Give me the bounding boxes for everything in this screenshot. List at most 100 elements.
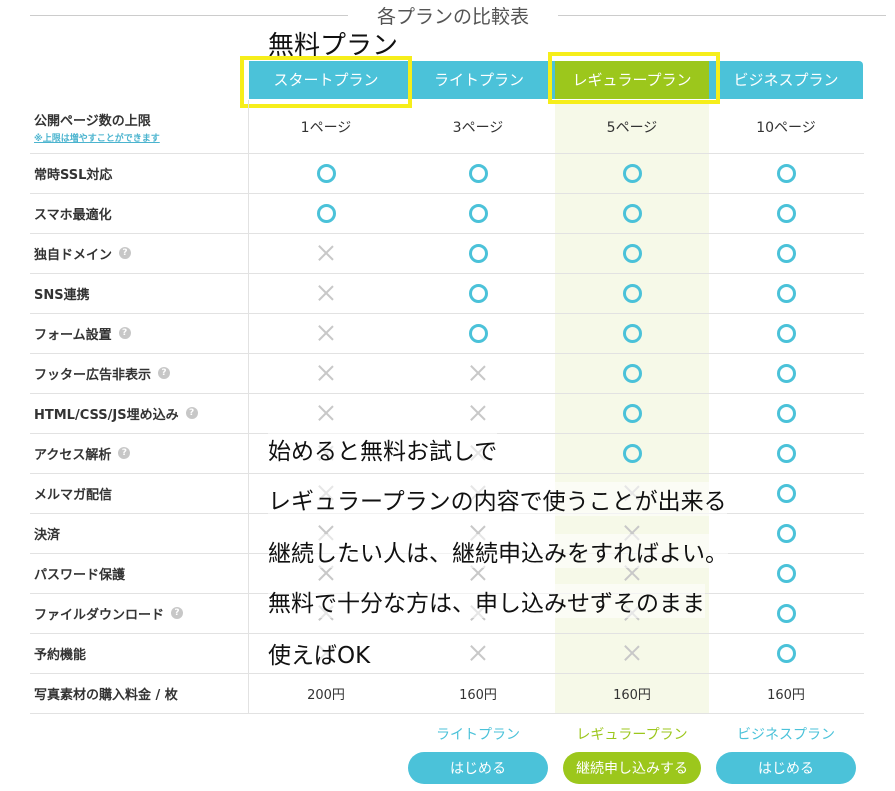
row-label: フォーム設置? — [34, 313, 131, 353]
cell-business — [709, 633, 863, 673]
continue-regular-button[interactable]: 継続申し込みする — [563, 752, 701, 784]
unavailable-cross-icon — [470, 405, 486, 421]
row-label-text: 予約機能 — [34, 647, 87, 663]
overlay-text-line-3: 継続したい人は、継続申込みをすればよい。 — [268, 534, 728, 568]
page-limit-value: 5ページ — [606, 119, 658, 136]
unavailable-cross-icon — [318, 285, 334, 301]
available-circle-icon — [622, 363, 642, 383]
available-circle-icon — [622, 283, 642, 303]
cell-regular: 5ページ — [555, 100, 709, 153]
available-circle-icon — [776, 563, 796, 583]
available-circle-icon — [776, 443, 796, 463]
table-row: HTML/CSS/JS埋め込み? — [30, 393, 864, 434]
cell-lite — [401, 193, 555, 233]
photo-price-value: 160円 — [459, 687, 497, 703]
cell-business — [709, 593, 863, 633]
cell-start: 1ページ — [249, 100, 403, 153]
overlay-text-line-5: 使えばOK — [268, 636, 371, 670]
row-label-text: メルマガ配信 — [34, 487, 113, 503]
cell-lite — [401, 153, 555, 193]
row-label: SNS連携 — [34, 273, 90, 313]
cell-business — [709, 473, 863, 513]
table-row: SNS連携 — [30, 273, 864, 314]
page-limit-note-link[interactable]: ※上限は増やすことができます — [34, 131, 160, 144]
table-row: フッター広告非表示? — [30, 353, 864, 394]
available-circle-icon — [776, 643, 796, 663]
available-circle-icon — [776, 403, 796, 423]
table-row: 予約機能 — [30, 633, 864, 674]
available-circle-icon — [776, 203, 796, 223]
unavailable-cross-icon — [318, 245, 334, 261]
overlay-text-line-4: 無料で十分な方は、申し込みせずそのまま — [268, 584, 705, 618]
row-label-text: スマホ最適化 — [34, 207, 112, 223]
row-label: 写真素材の購入料金 / 枚 — [34, 673, 178, 713]
available-circle-icon — [776, 523, 796, 543]
available-circle-icon — [622, 203, 642, 223]
cell-business — [709, 193, 863, 233]
highlight-box-regular — [548, 52, 720, 104]
help-icon[interactable]: ? — [158, 367, 171, 379]
row-label: HTML/CSS/JS埋め込み? — [34, 393, 198, 433]
available-circle-icon — [622, 443, 642, 463]
row-label-text: 独自ドメイン — [34, 247, 113, 263]
available-circle-icon — [776, 243, 796, 263]
row-label: アクセス解析? — [34, 433, 131, 473]
cell-regular — [555, 153, 709, 193]
available-circle-icon — [468, 203, 488, 223]
cell-lite — [401, 393, 555, 433]
table-row: 常時SSL対応 — [30, 153, 864, 194]
row-label-text: フッター広告非表示 — [34, 367, 152, 383]
row-label-text: HTML/CSS/JS埋め込み — [34, 407, 179, 423]
help-icon[interactable]: ? — [118, 327, 131, 339]
plan-header-business: ビジネスプラン — [709, 61, 863, 99]
row-label: 公開ページ数の上限 ※上限は増やすことができます — [34, 100, 160, 153]
available-circle-icon — [776, 163, 796, 183]
cell-start — [249, 153, 403, 193]
cell-lite — [401, 233, 555, 273]
cell-lite — [401, 313, 555, 353]
cell-business — [709, 153, 863, 193]
unavailable-cross-icon — [624, 645, 640, 661]
overlay-text-line-1: 始めると無料お試しで — [268, 432, 498, 466]
cell-start — [249, 233, 403, 273]
available-circle-icon — [468, 323, 488, 343]
cell-business — [709, 393, 863, 433]
cell-business: 160円 — [709, 673, 863, 713]
cell-start: 200円 — [249, 673, 403, 713]
help-icon[interactable]: ? — [118, 447, 131, 459]
help-icon[interactable]: ? — [171, 607, 184, 619]
cell-lite — [401, 273, 555, 313]
cell-business — [709, 273, 863, 313]
start-business-button[interactable]: はじめる — [716, 752, 856, 784]
row-label-text: 決済 — [34, 527, 61, 543]
row-label-text: パスワード保護 — [34, 567, 126, 583]
cell-business — [709, 353, 863, 393]
cell-business — [709, 513, 863, 553]
available-circle-icon — [622, 403, 642, 423]
row-label: メルマガ配信 — [34, 473, 112, 513]
row-label: フッター広告非表示? — [34, 353, 171, 393]
photo-price-value: 200円 — [307, 687, 345, 703]
row-label: ファイルダウンロード? — [34, 593, 184, 633]
start-lite-button[interactable]: はじめる — [408, 752, 548, 784]
cell-regular: 160円 — [555, 673, 709, 713]
help-icon[interactable]: ? — [119, 247, 132, 259]
available-circle-icon — [776, 283, 796, 303]
page-limit-value: 3ページ — [452, 119, 504, 136]
available-circle-icon — [622, 163, 642, 183]
row-label-text: SNS連携 — [34, 287, 90, 303]
row-label: 決済 — [34, 513, 60, 553]
table-row: フォーム設置? — [30, 313, 864, 354]
unavailable-cross-icon — [470, 365, 486, 381]
row-label-text: アクセス解析 — [34, 447, 112, 463]
section-title-row: 各プランの比較表 — [0, 0, 895, 32]
cell-lite: 3ページ — [401, 100, 555, 153]
available-circle-icon — [776, 363, 796, 383]
cell-start — [249, 353, 403, 393]
help-icon[interactable]: ? — [185, 407, 198, 419]
cell-regular — [555, 633, 709, 673]
cell-lite: 160円 — [401, 673, 555, 713]
row-label: スマホ最適化 — [34, 193, 112, 233]
overlay-text-line-2: レギュラープランの内容で使うことが出来る — [268, 482, 727, 516]
row-label-text: 写真素材の購入料金 / 枚 — [34, 687, 178, 703]
